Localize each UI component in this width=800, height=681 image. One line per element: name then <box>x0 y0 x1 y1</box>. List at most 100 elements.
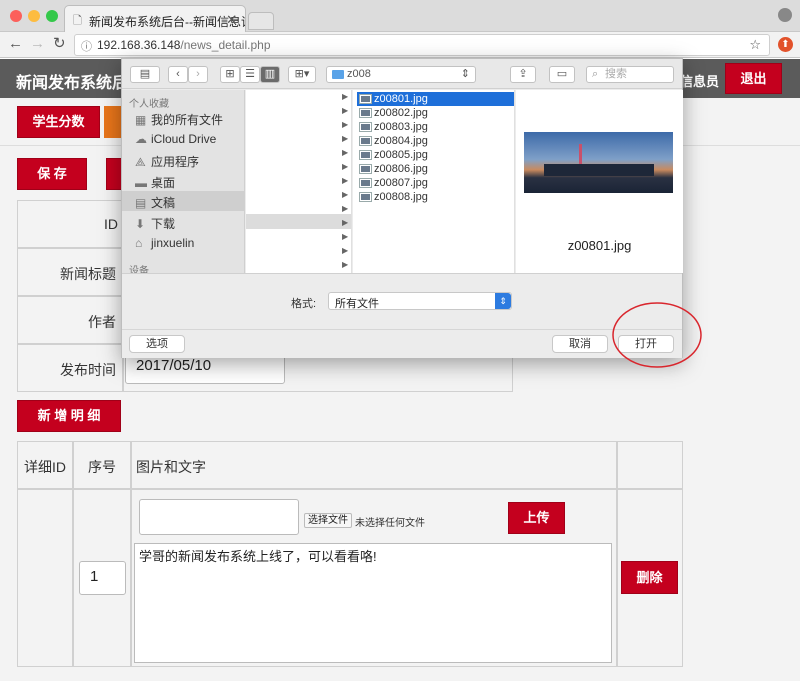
forward-nav-icon[interactable]: › <box>188 66 208 83</box>
sidebar-item-label: 下载 <box>151 217 176 231</box>
file-item[interactable]: z00804.jpg <box>357 134 514 148</box>
choose-file-button[interactable]: 选择文件 <box>304 513 352 528</box>
save-button[interactable]: 保 存 <box>17 158 87 190</box>
image-thumbnail-icon <box>360 165 371 173</box>
expand-arrow-icon: ▶ <box>342 134 349 143</box>
author-label: 作者 <box>88 314 116 330</box>
share-icon[interactable]: ⇪ <box>510 66 536 83</box>
file-item[interactable]: z00806.jpg <box>357 162 514 176</box>
file-name: z00804.jpg <box>374 135 428 147</box>
file-open-dialog: ▤ ‹ › ⊞ ☰ ▥ ⊞▾ z008 ⇕ ⇪ ▭ ⌕ 搜索 个人收藏 ▦ 我的所… <box>121 58 683 358</box>
cancel-button[interactable]: 取消 <box>552 335 608 353</box>
profile-icon[interactable] <box>778 8 792 22</box>
info-icon: ⓘ <box>81 41 92 53</box>
sidebar-item-desktop[interactable]: ▬ 桌面 <box>122 171 244 191</box>
preview-pane: z00801.jpg <box>516 90 683 273</box>
sidebar-item-home[interactable]: ⌂ jinxuelin <box>122 233 244 253</box>
logout-button[interactable]: 退出 <box>725 63 782 94</box>
sidebar-item-documents[interactable]: ▤ 文稿 <box>122 191 244 211</box>
file-list-column: z00801.jpg z00802.jpg z00803.jpg z00804.… <box>353 90 515 273</box>
options-button[interactable]: 选项 <box>129 335 185 353</box>
new-tab-button[interactable] <box>248 12 274 30</box>
add-detail-button[interactable]: 新 增 明 细 <box>17 400 121 432</box>
expand-arrow-icon: ▶ <box>342 92 349 101</box>
column-header-detail-id: 详细ID <box>24 459 66 475</box>
header-user-label: 信息员 <box>680 74 720 89</box>
browser-column-parent[interactable]: ▶ ▶ ▶ ▶ ▶ ▶ ▶ ▶ ▶ ▶ ▶ ▶ ▶ <box>246 90 352 273</box>
file-name: z00807.jpg <box>374 177 428 189</box>
cloud-icon: ☁ <box>135 132 147 146</box>
file-item[interactable]: z00803.jpg <box>357 120 514 134</box>
close-tab-icon[interactable]: ✕ <box>226 12 237 28</box>
folder-icon <box>332 70 344 79</box>
download-icon: ⬇ <box>135 217 146 231</box>
sidebar-toggle-icon[interactable]: ▤ <box>130 66 160 83</box>
search-field[interactable]: ⌕ 搜索 <box>586 66 674 83</box>
forward-icon[interactable]: → <box>30 36 45 52</box>
expand-arrow-icon: ▶ <box>342 120 349 129</box>
image-thumbnail-icon <box>360 109 371 117</box>
image-thumbnail-icon <box>360 137 371 145</box>
upload-button[interactable]: 上传 <box>508 502 565 534</box>
select-arrows-icon: ⇕ <box>495 293 511 309</box>
image-input[interactable] <box>139 499 299 535</box>
delete-button[interactable]: 删除 <box>621 561 678 594</box>
seq-input[interactable]: 1 <box>79 561 126 595</box>
minimize-window-icon[interactable] <box>28 10 40 22</box>
image-thumbnail-icon <box>360 193 371 201</box>
sidebar-item-icloud[interactable]: ☁ iCloud Drive <box>122 129 244 149</box>
expand-arrow-icon: ▶ <box>342 204 349 213</box>
format-value: 所有文件 <box>335 298 379 310</box>
selected-folder-row[interactable] <box>246 214 351 229</box>
nav-student-scores[interactable]: 学生分数 <box>17 106 100 138</box>
file-name: z00803.jpg <box>374 121 428 133</box>
reload-icon[interactable]: ↻ <box>53 36 66 52</box>
browser-toolbar: ← → ↻ ⓘ 192.168.36.148/news_detail.php ☆… <box>0 32 800 58</box>
sidebar-item-all-files[interactable]: ▦ 我的所有文件 <box>122 108 244 128</box>
folder-path-popup[interactable]: z008 ⇕ <box>326 66 476 83</box>
expand-arrow-icon: ▶ <box>342 162 349 171</box>
desktop-icon: ▬ <box>135 176 147 190</box>
home-icon: ⌂ <box>135 236 143 250</box>
sidebar-item-label: 应用程序 <box>151 155 200 169</box>
content-textarea[interactable]: 学哥的新闻发布系统上线了，可以看看咯! <box>134 543 612 663</box>
tag-icon[interactable]: ▭ <box>549 66 575 83</box>
dialog-button-row: 选项 取消 打开 <box>122 329 682 358</box>
zoom-window-icon[interactable] <box>46 10 58 22</box>
dialog-sidebar: 个人收藏 ▦ 我的所有文件 ☁ iCloud Drive ⟁ 应用程序 ▬ 桌面 ▤ 文稿… <box>122 90 245 277</box>
file-item[interactable]: z00802.jpg <box>357 106 514 120</box>
expand-arrow-icon: ▶ <box>342 246 349 255</box>
applications-icon: ⟁ <box>135 155 146 169</box>
column-header-seq: 序号 <box>88 459 116 475</box>
expand-arrow-icon: ▶ <box>342 232 349 241</box>
extension-icon[interactable]: ⬆ <box>778 37 793 52</box>
expand-arrow-icon: ▶ <box>342 176 349 185</box>
close-window-icon[interactable] <box>10 10 22 22</box>
file-name: z00808.jpg <box>374 191 428 203</box>
preview-image <box>524 132 673 193</box>
list-view-icon[interactable]: ☰ <box>240 66 260 83</box>
file-item[interactable]: z00805.jpg <box>357 148 514 162</box>
expand-arrow-icon: ▶ <box>342 260 349 269</box>
all-files-icon: ▦ <box>135 113 147 127</box>
file-item[interactable]: z00808.jpg <box>357 190 514 204</box>
icon-view-icon[interactable]: ⊞ <box>220 66 240 83</box>
id-label: ID <box>104 216 118 232</box>
file-name: z00805.jpg <box>374 149 428 161</box>
back-nav-icon[interactable]: ‹ <box>168 66 188 83</box>
bookmark-star-icon[interactable]: ☆ <box>749 37 761 53</box>
address-bar[interactable]: ⓘ 192.168.36.148/news_detail.php ☆ <box>74 34 770 56</box>
app-brand: 新闻发布系统后 <box>16 75 129 92</box>
preview-file-name: z00801.jpg <box>567 238 632 253</box>
column-view-icon[interactable]: ▥ <box>260 66 280 83</box>
format-label: 格式: <box>291 298 317 310</box>
sidebar-item-applications[interactable]: ⟁ 应用程序 <box>122 150 244 170</box>
news-title-label: 新闻标题 <box>60 266 116 282</box>
arrange-menu-icon[interactable]: ⊞▾ <box>288 66 316 83</box>
format-select[interactable]: 所有文件 ⇕ <box>328 292 512 310</box>
file-item[interactable]: z00801.jpg <box>357 92 514 106</box>
browser-tab[interactable]: 🗋 新闻发布系统后台--新闻信息详 ✕ <box>64 5 246 33</box>
sidebar-item-downloads[interactable]: ⬇ 下载 <box>122 212 244 232</box>
file-item[interactable]: z00807.jpg <box>357 176 514 190</box>
back-icon[interactable]: ← <box>8 36 23 52</box>
